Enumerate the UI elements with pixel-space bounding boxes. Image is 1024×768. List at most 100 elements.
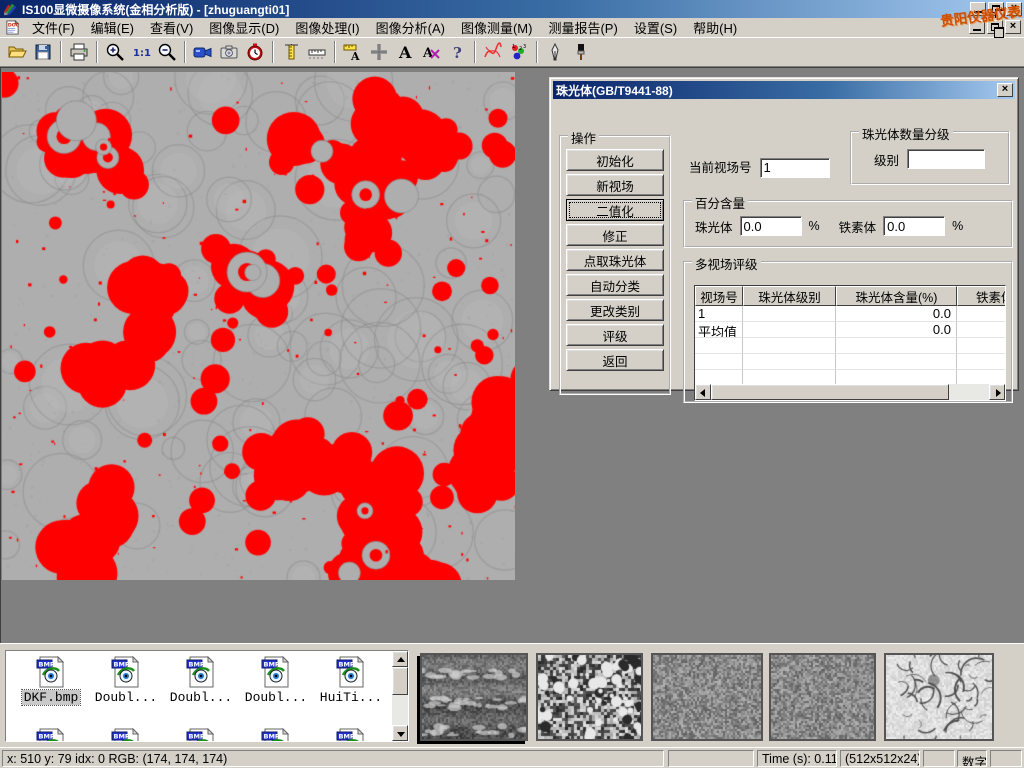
thumbnail-3-fine-speckle[interactable] bbox=[651, 653, 763, 741]
op-button-更改类别[interactable]: 更改类别 bbox=[566, 299, 664, 321]
op-button-二值化[interactable]: 二值化 bbox=[566, 199, 664, 221]
table-cell bbox=[743, 306, 836, 322]
svg-text:A: A bbox=[350, 50, 360, 62]
op-button-返回[interactable]: 返回 bbox=[566, 349, 664, 371]
menu-item-9[interactable]: 设置(S) bbox=[626, 16, 685, 39]
print-icon bbox=[69, 42, 89, 62]
current-field-input[interactable] bbox=[760, 158, 830, 178]
save-icon bbox=[33, 42, 53, 62]
class-points-icon: 123 bbox=[509, 42, 529, 62]
op-button-新视场[interactable]: 新视场 bbox=[566, 174, 664, 196]
file-scroll-up-arrow[interactable] bbox=[392, 651, 408, 667]
brush-button[interactable] bbox=[568, 40, 594, 65]
op-button-初始化[interactable]: 初始化 bbox=[566, 149, 664, 171]
table-cell: 0.0 bbox=[836, 306, 957, 322]
file-item-HuiTi...[interactable]: BMPHuiTi... bbox=[315, 655, 387, 705]
zoom-in-button[interactable] bbox=[102, 40, 128, 65]
actual-size-button[interactable]: 1:1 bbox=[128, 40, 154, 65]
menu-item-6[interactable]: 图像分析(A) bbox=[368, 16, 453, 39]
ruler-horizontal-button[interactable] bbox=[304, 40, 330, 65]
video-camera-button[interactable] bbox=[190, 40, 216, 65]
table-row-2[interactable]: 平均值0.0 bbox=[695, 322, 1005, 338]
percent-input-1[interactable] bbox=[740, 216, 802, 236]
table-row-3[interactable] bbox=[695, 338, 1005, 354]
child-restore-button[interactable] bbox=[987, 20, 1003, 34]
table-header-4[interactable]: 铁素体含量(%) bbox=[957, 286, 1006, 306]
svg-text:3: 3 bbox=[523, 44, 526, 50]
timer-button[interactable] bbox=[242, 40, 268, 65]
thumbnail-5-light-flakes[interactable] bbox=[884, 653, 994, 741]
op-button-自动分类[interactable]: 自动分类 bbox=[566, 274, 664, 296]
save-button[interactable] bbox=[30, 40, 56, 65]
file-item-row2-5[interactable]: BMP bbox=[315, 727, 387, 742]
red-curve-button[interactable] bbox=[480, 40, 506, 65]
open-folder-button[interactable] bbox=[4, 40, 30, 65]
grade-input[interactable] bbox=[907, 149, 985, 169]
file-item-row2-2[interactable]: BMP bbox=[90, 727, 162, 742]
file-scroll-thumb[interactable] bbox=[392, 667, 408, 695]
thumbnail-4-fine-speckle[interactable] bbox=[769, 653, 876, 741]
table-cell bbox=[957, 354, 1006, 370]
file-item-Doubl...[interactable]: BMPDoubl... bbox=[240, 655, 312, 705]
minimize-button[interactable] bbox=[970, 2, 986, 16]
class-points-button[interactable]: 123 bbox=[506, 40, 532, 65]
capture-camera-button[interactable] bbox=[216, 40, 242, 65]
scroll-thumb[interactable] bbox=[711, 384, 949, 400]
micrograph-image[interactable] bbox=[2, 72, 515, 580]
menu-item-4[interactable]: 图像显示(D) bbox=[201, 16, 287, 39]
grade-group: 珠光体数量分级 级别 bbox=[850, 131, 1010, 185]
status-empty-3 bbox=[990, 750, 1022, 767]
dialog-title-bar[interactable]: 珠光体(GB/T9441-88) × bbox=[553, 81, 1015, 99]
op-button-评级[interactable]: 评级 bbox=[566, 324, 664, 346]
dialog-close-button[interactable]: × bbox=[997, 83, 1013, 97]
zoom-out-button[interactable] bbox=[154, 40, 180, 65]
print-button[interactable] bbox=[66, 40, 92, 65]
table-header-3[interactable]: 珠光体含量(%) bbox=[836, 286, 957, 306]
table-header-2[interactable]: 珠光体级别 bbox=[743, 286, 836, 306]
percent-input-2[interactable] bbox=[883, 216, 945, 236]
close-button[interactable]: × bbox=[1006, 2, 1022, 16]
menu-item-3[interactable]: 查看(V) bbox=[142, 16, 201, 39]
child-close-button[interactable]: × bbox=[1005, 20, 1021, 34]
menu-item-5[interactable]: 图像处理(I) bbox=[287, 16, 367, 39]
toolbar: 1:1AAA?123 bbox=[0, 37, 1024, 67]
file-item-row2-1[interactable]: BMP bbox=[15, 727, 87, 742]
op-button-修正[interactable]: 修正 bbox=[566, 224, 664, 246]
restore-button[interactable] bbox=[988, 2, 1004, 16]
table-horizontal-scrollbar[interactable] bbox=[695, 384, 1005, 400]
table-row-4[interactable] bbox=[695, 354, 1005, 370]
file-item-row2-4[interactable]: BMP bbox=[240, 727, 312, 742]
toolbar-separator bbox=[60, 41, 62, 63]
op-button-点取珠光体[interactable]: 点取珠光体 bbox=[566, 249, 664, 271]
file-item-DKF.bmp[interactable]: BMPDKF.bmp bbox=[15, 655, 87, 705]
menu-item-1[interactable]: 文件(F) bbox=[24, 16, 83, 39]
file-scroll-down-arrow[interactable] bbox=[392, 725, 408, 741]
menu-item-2[interactable]: 编辑(E) bbox=[83, 16, 142, 39]
child-minimize-button[interactable] bbox=[969, 20, 985, 34]
move-cross-button[interactable] bbox=[366, 40, 392, 65]
thumbnail-1-banded-dark[interactable] bbox=[420, 653, 528, 741]
bmp-file-icon: BMP bbox=[34, 655, 68, 689]
caliper-vertical-button[interactable] bbox=[278, 40, 304, 65]
menu-item-10[interactable]: 帮助(H) bbox=[685, 16, 745, 39]
file-list[interactable]: BMPDKF.bmpBMPDoubl...BMPDoubl...BMPDoubl… bbox=[5, 650, 409, 742]
text-a-button[interactable]: A bbox=[392, 40, 418, 65]
file-item-Doubl...[interactable]: BMPDoubl... bbox=[90, 655, 162, 705]
scroll-left-arrow[interactable] bbox=[695, 384, 711, 400]
rating-table[interactable]: 视场号珠光体级别珠光体含量(%)铁素体含量(%) 10.0平均值0.0 bbox=[694, 285, 1006, 401]
table-header-1[interactable]: 视场号 bbox=[695, 286, 743, 306]
help-button[interactable]: ? bbox=[444, 40, 470, 65]
app-icon bbox=[3, 2, 19, 16]
file-list-scrollbar[interactable] bbox=[392, 651, 408, 741]
scroll-right-arrow[interactable] bbox=[989, 384, 1005, 400]
menu-item-7[interactable]: 图像测量(M) bbox=[453, 16, 541, 39]
child-window-icon[interactable]: DOC bbox=[5, 20, 20, 35]
pen-button[interactable] bbox=[542, 40, 568, 65]
file-item-row2-3[interactable]: BMP bbox=[165, 727, 237, 742]
thumbnail-2-coarse-blobs[interactable] bbox=[536, 653, 643, 741]
text-delete-button[interactable]: A bbox=[418, 40, 444, 65]
table-row-1[interactable]: 10.0 bbox=[695, 306, 1005, 322]
menu-item-8[interactable]: 测量报告(P) bbox=[540, 16, 625, 39]
measure-text-button[interactable]: A bbox=[340, 40, 366, 65]
file-item-Doubl...[interactable]: BMPDoubl... bbox=[165, 655, 237, 705]
